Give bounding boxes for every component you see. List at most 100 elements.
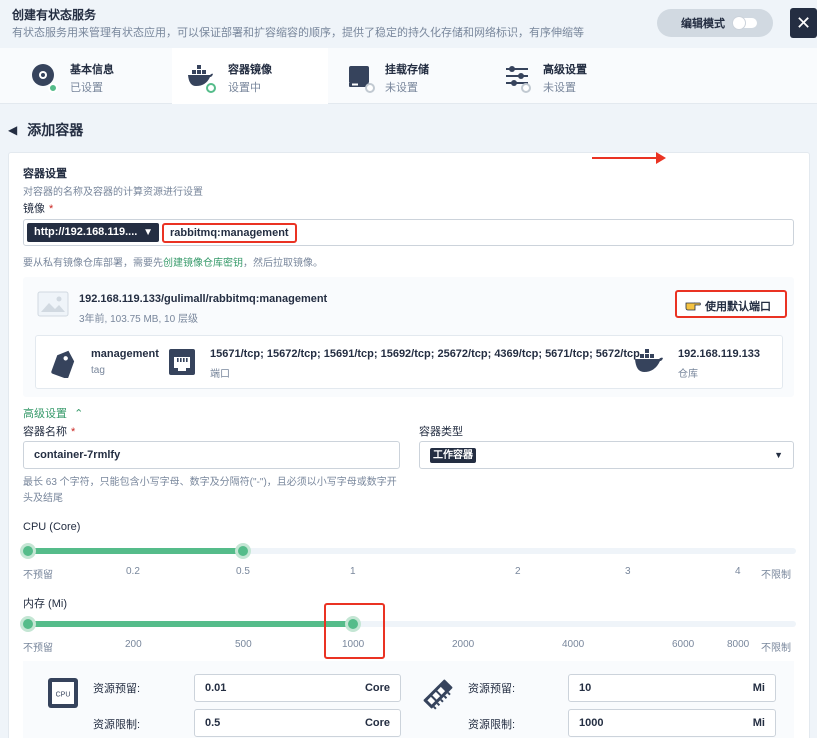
- cpu-reserve-input[interactable]: 0.01 Core: [194, 674, 401, 702]
- toggle-switch-icon: [733, 17, 757, 29]
- memory-tick: 200: [125, 639, 142, 650]
- step-state: 未设置: [385, 82, 418, 94]
- ports-value: 15671/tcp; 15672/tcp; 15691/tcp; 15692/t…: [210, 348, 640, 360]
- step-basic-info[interactable]: 基本信息 已设置: [30, 48, 180, 104]
- back-to-list[interactable]: ◀ 添加容器: [8, 120, 83, 140]
- step-pending-icon: [365, 83, 375, 93]
- cpu-tick: 1: [350, 566, 356, 577]
- memory-slider-fill: [23, 621, 353, 627]
- edit-mode-label: 编辑模式: [681, 18, 725, 30]
- container-settings-desc: 对容器的名称及容器的计算资源进行设置: [23, 187, 203, 198]
- step-state: 设置中: [228, 82, 261, 94]
- step-name: 基本信息: [70, 64, 114, 76]
- cpu-limit-label: 资源限制:: [93, 719, 141, 731]
- memory-tick: 不限制: [761, 643, 791, 654]
- repo-value: 192.168.119.133: [678, 348, 760, 360]
- image-placeholder-icon: [37, 291, 69, 317]
- step-pending-icon: [521, 83, 531, 93]
- memory-reserve-handle[interactable]: [20, 616, 36, 632]
- step-name: 挂载存储: [385, 64, 429, 76]
- annotation-arrow-line: [592, 157, 658, 159]
- cpu-limit-handle[interactable]: [235, 543, 251, 559]
- annotation-arrow-head: [656, 152, 666, 164]
- image-details: management tag 15671/tcp; 15672/tcp; 156…: [35, 335, 783, 389]
- repo-label: 仓库: [678, 369, 698, 380]
- container-name-hint: 最长 63 个字符，只能包含小写字母、数字及分隔符("-")，且必须以小写字母或…: [23, 477, 397, 504]
- back-arrow-icon: ◀: [8, 123, 18, 137]
- memory-tick: 2000: [452, 639, 475, 650]
- chevron-down-icon: ▼: [143, 227, 153, 238]
- ethernet-port-icon: [169, 349, 195, 375]
- registry-hint: 要从私有镜像仓库部署，需要先创建镜像仓库密钥，然后拉取镜像。: [23, 258, 323, 269]
- container-name-label: 容器名称 *: [23, 426, 76, 438]
- header: 创建有状态服务 有状态服务用来管理有状态应用，可以保证部署和扩容缩容的顺序，提供…: [0, 0, 817, 48]
- cpu-label: CPU (Core): [23, 521, 81, 533]
- use-default-ports-button[interactable]: 使用默认端口: [675, 290, 787, 318]
- step-state: 未设置: [543, 82, 576, 94]
- create-secret-link[interactable]: 创建镜像仓库密钥: [163, 258, 243, 269]
- memory-reserve-input[interactable]: 10 Mi: [568, 674, 776, 702]
- close-icon: ✕: [795, 12, 812, 33]
- memory-limit-input[interactable]: 1000 Mi: [568, 709, 776, 737]
- container-type-value: 工作容器: [430, 447, 476, 463]
- annotation-highlight-box: [324, 603, 385, 659]
- step-container-image[interactable]: 容器镜像 设置中: [172, 48, 328, 104]
- cpu-slider-fill: [23, 548, 243, 554]
- advanced-settings-toggle[interactable]: 高级设置 ⌃: [23, 405, 83, 421]
- page-header-title: 创建有状态服务: [12, 8, 97, 22]
- container-type-label: 容器类型: [419, 426, 463, 438]
- container-settings-title: 容器设置: [23, 168, 67, 180]
- section-title: 添加容器: [27, 122, 84, 138]
- image-input[interactable]: http://192.168.119.... ▼ rabbitmq:manage…: [23, 219, 794, 246]
- wizard-steps: 基本信息 已设置 容器镜像 设置中 挂载存储 未设置 高级设置 未设置: [0, 48, 817, 104]
- tag-label: tag: [91, 365, 105, 376]
- image-result: 192.168.119.133/gulimall/rabbitmq:manage…: [23, 277, 794, 397]
- container-settings-card: 容器设置 对容器的名称及容器的计算资源进行设置 镜像 * http://192.1…: [8, 152, 810, 738]
- cpu-chip-icon: CPU: [48, 678, 78, 708]
- cpu-tick: 3: [625, 566, 631, 577]
- cpu-limit-input[interactable]: 0.5 Core: [194, 709, 401, 737]
- memory-chip-icon: [423, 679, 453, 710]
- caret-down-icon: ▼: [774, 450, 783, 460]
- cpu-tick: 4: [735, 566, 741, 577]
- memory-tick: 6000: [672, 639, 695, 650]
- registry-value: http://192.168.119....: [34, 226, 138, 238]
- resource-panel: CPU 资源预留: 0.01 Core 资源限制: 0.5 Core 资源预留: 1…: [23, 661, 794, 738]
- container-type-select[interactable]: 工作容器 ▼: [419, 441, 794, 469]
- step-done-icon: [48, 83, 58, 93]
- ports-label: 端口: [210, 369, 230, 380]
- memory-label: 内存 (Mi): [23, 598, 67, 610]
- container-name-input[interactable]: container-7rmlfy: [23, 441, 400, 469]
- registry-select[interactable]: http://192.168.119.... ▼: [27, 223, 159, 242]
- step-in-progress-icon: [206, 83, 216, 93]
- pointing-hand-icon: [685, 302, 701, 311]
- cpu-tick: 不预留: [23, 570, 53, 581]
- memory-tick: 500: [235, 639, 252, 650]
- page-header-subtitle: 有状态服务用来管理有状态应用，可以保证部署和扩容缩容的顺序，提供了稳定的持久化存…: [12, 27, 584, 39]
- memory-limit-label: 资源限制:: [468, 719, 516, 731]
- tag-value: management: [91, 348, 159, 360]
- image-label: 镜像 *: [23, 203, 54, 215]
- close-button[interactable]: ✕: [790, 8, 817, 38]
- step-name: 容器镜像: [228, 64, 272, 76]
- memory-tick: 8000: [727, 639, 750, 650]
- step-mount-storage[interactable]: 挂载存储 未设置: [345, 48, 495, 104]
- cpu-reserve-handle[interactable]: [20, 543, 36, 559]
- memory-tick: 4000: [562, 639, 585, 650]
- cpu-tick: 0.5: [236, 566, 250, 577]
- image-full-name: 192.168.119.133/gulimall/rabbitmq:manage…: [79, 293, 328, 305]
- memory-reserve-label: 资源预留:: [468, 683, 516, 695]
- use-default-ports-label: 使用默认端口: [705, 301, 771, 313]
- image-name-field[interactable]: rabbitmq:management: [162, 223, 297, 243]
- memory-tick: 不预留: [23, 643, 53, 654]
- cpu-tick: 不限制: [761, 570, 791, 581]
- step-advanced-settings[interactable]: 高级设置 未设置: [503, 48, 653, 104]
- cpu-tick: 0.2: [126, 566, 140, 577]
- cpu-tick: 2: [515, 566, 521, 577]
- docker-icon: [635, 349, 663, 372]
- cpu-reserve-label: 资源预留:: [93, 683, 141, 695]
- tag-icon: [51, 350, 75, 378]
- edit-mode-toggle[interactable]: 编辑模式: [657, 9, 773, 37]
- chevron-up-icon: ⌃: [74, 408, 84, 420]
- cpu-chip-text: CPU: [56, 692, 71, 699]
